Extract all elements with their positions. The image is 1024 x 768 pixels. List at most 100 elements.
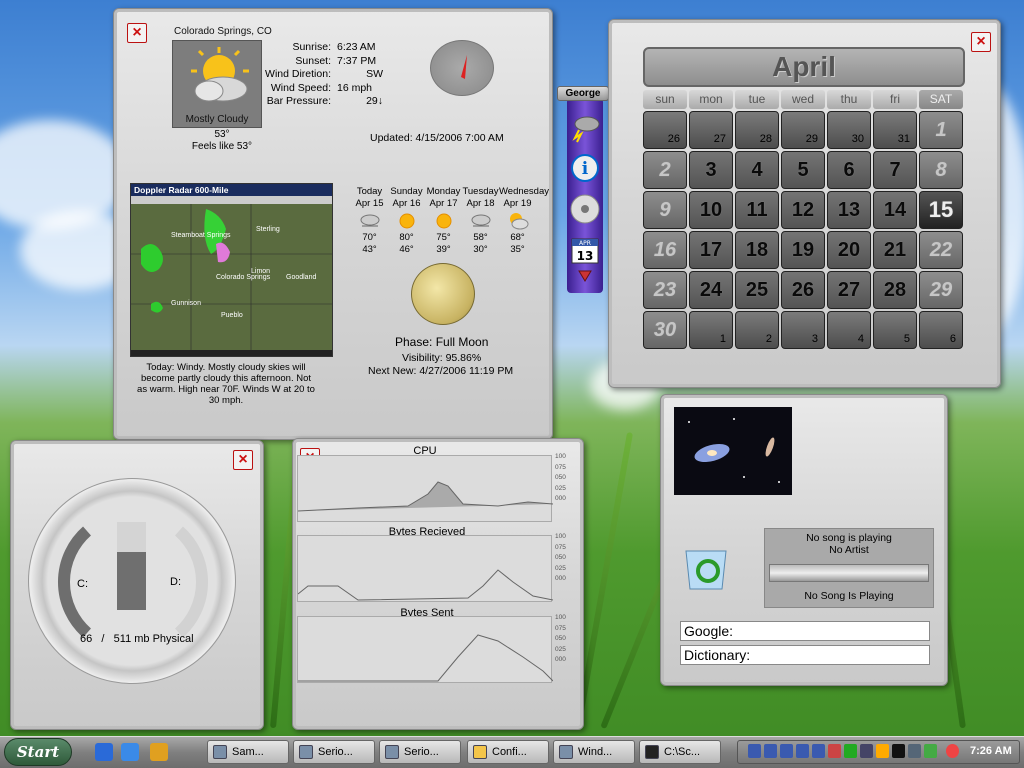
tray-icon[interactable] [812, 744, 825, 758]
expand-down-icon[interactable] [569, 266, 601, 286]
calendar-day[interactable]: 26 [781, 271, 825, 309]
tray-icon[interactable] [924, 744, 937, 758]
calendar-icon[interactable]: APR 13 [569, 236, 601, 268]
windy-icon [351, 210, 388, 232]
cd-icon[interactable] [569, 193, 601, 225]
taskbar-clock[interactable]: 7:26 AM [970, 745, 1012, 757]
cpu-graph [297, 455, 554, 522]
galaxy-graphic [688, 418, 780, 483]
calendar-day[interactable]: 23 [643, 271, 687, 309]
task-button[interactable]: Sam... [207, 740, 289, 764]
google-search-input[interactable]: Google: [680, 621, 930, 641]
calendar-other-month-day[interactable]: 2 [735, 311, 779, 349]
calendar-day-number: 9 [659, 198, 671, 221]
doppler-radar-map[interactable]: Doppler Radar 600-Mile Steamboat Springs… [130, 183, 333, 357]
calendar-day[interactable]: 9 [643, 191, 687, 229]
calendar-day[interactable]: 2 [643, 151, 687, 189]
calendar-day[interactable]: 20 [827, 231, 871, 269]
calendar-other-month-day[interactable]: 1 [689, 311, 733, 349]
forecast-low: 46° [399, 244, 414, 255]
calendar-other-month-day[interactable]: 6 [919, 311, 963, 349]
calendar-day[interactable]: 4 [735, 151, 779, 189]
calendar-day[interactable]: 7 [873, 151, 917, 189]
quick-launch-icon[interactable] [150, 743, 168, 761]
song-status: No Song Is Playing [804, 590, 894, 602]
start-button[interactable]: Start [4, 738, 72, 766]
calendar-other-month-day[interactable]: 26 [643, 111, 687, 149]
calendar-day[interactable]: 1 [919, 111, 963, 149]
tray-icon[interactable] [764, 744, 777, 758]
calendar-day[interactable]: 18 [735, 231, 779, 269]
desktop-icon[interactable] [121, 743, 139, 761]
calendar-day[interactable]: 25 [735, 271, 779, 309]
calendar-day[interactable]: 16 [643, 231, 687, 269]
moon-visibility: Visibility: 95.86% [402, 352, 482, 364]
tray-icon[interactable] [908, 744, 921, 758]
weather-close-button[interactable]: × [127, 23, 147, 43]
calendar-day[interactable]: 19 [781, 231, 825, 269]
calendar-day[interactable]: 8 [919, 151, 963, 189]
dictionary-search-input[interactable]: Dictionary: [680, 645, 930, 665]
recycle-bin-icon[interactable] [678, 543, 734, 593]
tray-icon[interactable] [780, 744, 793, 758]
calendar-day[interactable]: 12 [781, 191, 825, 229]
calendar-day[interactable]: 15 [919, 191, 963, 229]
calendar-day[interactable]: 28 [873, 271, 917, 309]
task-button[interactable]: Serio... [379, 740, 461, 764]
calendar-other-month-day[interactable]: 29 [781, 111, 825, 149]
task-button[interactable]: Wind... [553, 740, 635, 764]
calendar-day[interactable]: 29 [919, 271, 963, 309]
calendar-day[interactable]: 27 [827, 271, 871, 309]
calendar-day-number: 6 [843, 158, 855, 181]
task-button[interactable]: Confi... [467, 740, 549, 764]
calendar-other-month-day[interactable]: 28 [735, 111, 779, 149]
info-icon[interactable]: i [569, 152, 601, 184]
calendar-close-button[interactable]: × [971, 32, 991, 52]
calendar-day[interactable]: 22 [919, 231, 963, 269]
calendar-day-number: 28 [883, 278, 907, 301]
song-progress-bar[interactable] [769, 564, 929, 582]
calendar-other-month-day[interactable]: 31 [873, 111, 917, 149]
calendar-day[interactable]: 11 [735, 191, 779, 229]
calendar-day[interactable]: 3 [689, 151, 733, 189]
calendar-weekday-sat: SAT [919, 90, 963, 109]
task-button[interactable]: C:\Sc... [639, 740, 721, 764]
tick-label: 075 [555, 463, 566, 471]
user-name-label[interactable]: George [557, 86, 609, 101]
internet-explorer-icon[interactable] [95, 743, 113, 761]
tray-icon[interactable] [860, 744, 873, 758]
weather-storm-icon[interactable] [569, 112, 601, 144]
calendar-day[interactable]: 6 [827, 151, 871, 189]
tray-icon[interactable] [946, 744, 959, 758]
calendar-other-month-day[interactable]: 4 [827, 311, 871, 349]
calendar-day[interactable]: 10 [689, 191, 733, 229]
task-button[interactable]: Serio... [293, 740, 375, 764]
calendar-day[interactable]: 13 [827, 191, 871, 229]
stat-label: Wind Speed: [270, 81, 331, 94]
drive-close-button[interactable]: × [233, 450, 253, 470]
calendar-day[interactable]: 30 [643, 311, 687, 349]
tray-icon[interactable] [844, 744, 857, 758]
bytes-received-graph-ticks: 100 075 050 025 000 [555, 532, 566, 585]
calendar-other-month-day[interactable]: 27 [689, 111, 733, 149]
calendar-day[interactable]: 24 [689, 271, 733, 309]
wind-arrow-icon [461, 55, 467, 79]
tick-label: 100 [555, 453, 566, 460]
calendar-other-month-day[interactable]: 30 [827, 111, 871, 149]
tray-icon[interactable] [828, 744, 841, 758]
tray-icon[interactable] [796, 744, 809, 758]
calendar-weekday-wed: wed [781, 90, 825, 109]
forecast-date: Apr 19 [503, 198, 532, 209]
calendar-other-month-day[interactable]: 5 [873, 311, 917, 349]
tray-icon[interactable] [748, 744, 761, 758]
tray-icon[interactable] [892, 744, 905, 758]
calendar-day[interactable]: 5 [781, 151, 825, 189]
calendar-day[interactable]: 17 [689, 231, 733, 269]
calendar-other-month-day[interactable]: 3 [781, 311, 825, 349]
calendar-day[interactable]: 21 [873, 231, 917, 269]
stat-value: 16 mph [337, 81, 373, 94]
calendar-day[interactable]: 14 [873, 191, 917, 229]
tray-icon[interactable] [876, 744, 889, 758]
calendar-day-number: 10 [699, 198, 723, 221]
tick-label: 050 [555, 474, 566, 481]
